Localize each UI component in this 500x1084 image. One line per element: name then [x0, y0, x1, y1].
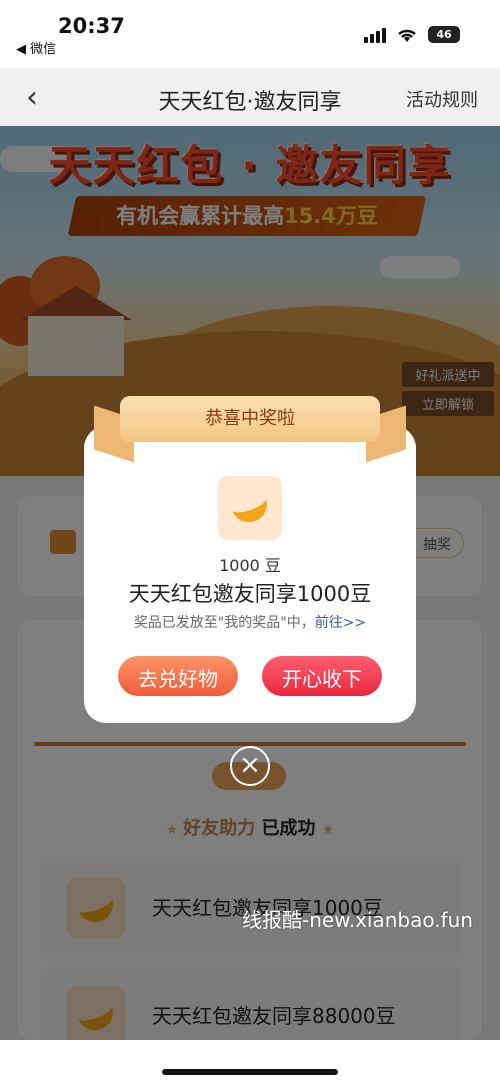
activity-rules-link[interactable]: 活动规则	[406, 86, 478, 112]
status-time: 20:37	[58, 14, 125, 38]
prize-note-text: 奖品已发放至"我的奖品"中，	[133, 615, 315, 631]
close-icon[interactable]: ×	[230, 746, 270, 786]
home-indicator-area	[0, 1040, 500, 1084]
prize-note: 奖品已发放至"我的奖品"中，前往>>	[0, 612, 500, 632]
wifi-icon	[398, 29, 416, 42]
cellular-signal-icon	[364, 27, 386, 43]
accept-prize-button[interactable]: 开心收下	[262, 656, 382, 696]
battery-icon: 46	[428, 26, 460, 43]
modal-ribbon-title: 恭喜中奖啦	[120, 396, 380, 442]
prize-quantity: 1000 豆	[219, 556, 281, 575]
back-to-wechat-link[interactable]: ◀ 微信	[16, 38, 56, 57]
peanut-bean-icon	[218, 476, 282, 540]
prize-title: 天天红包邀友同享1000豆	[128, 582, 372, 606]
nav-bar: ‹ 天天红包·邀友同享 活动规则	[0, 68, 500, 126]
status-bar: 20:37 ◀ 微信 46	[0, 0, 500, 68]
exchange-goods-button[interactable]: 去兑好物	[118, 656, 238, 696]
watermark-text: 线报酷-new.xianbao.fun	[242, 908, 473, 932]
go-to-prizes-link[interactable]: 前往>>	[315, 615, 366, 631]
status-icons: 46	[364, 26, 460, 43]
home-indicator-bar[interactable]	[162, 1069, 338, 1075]
